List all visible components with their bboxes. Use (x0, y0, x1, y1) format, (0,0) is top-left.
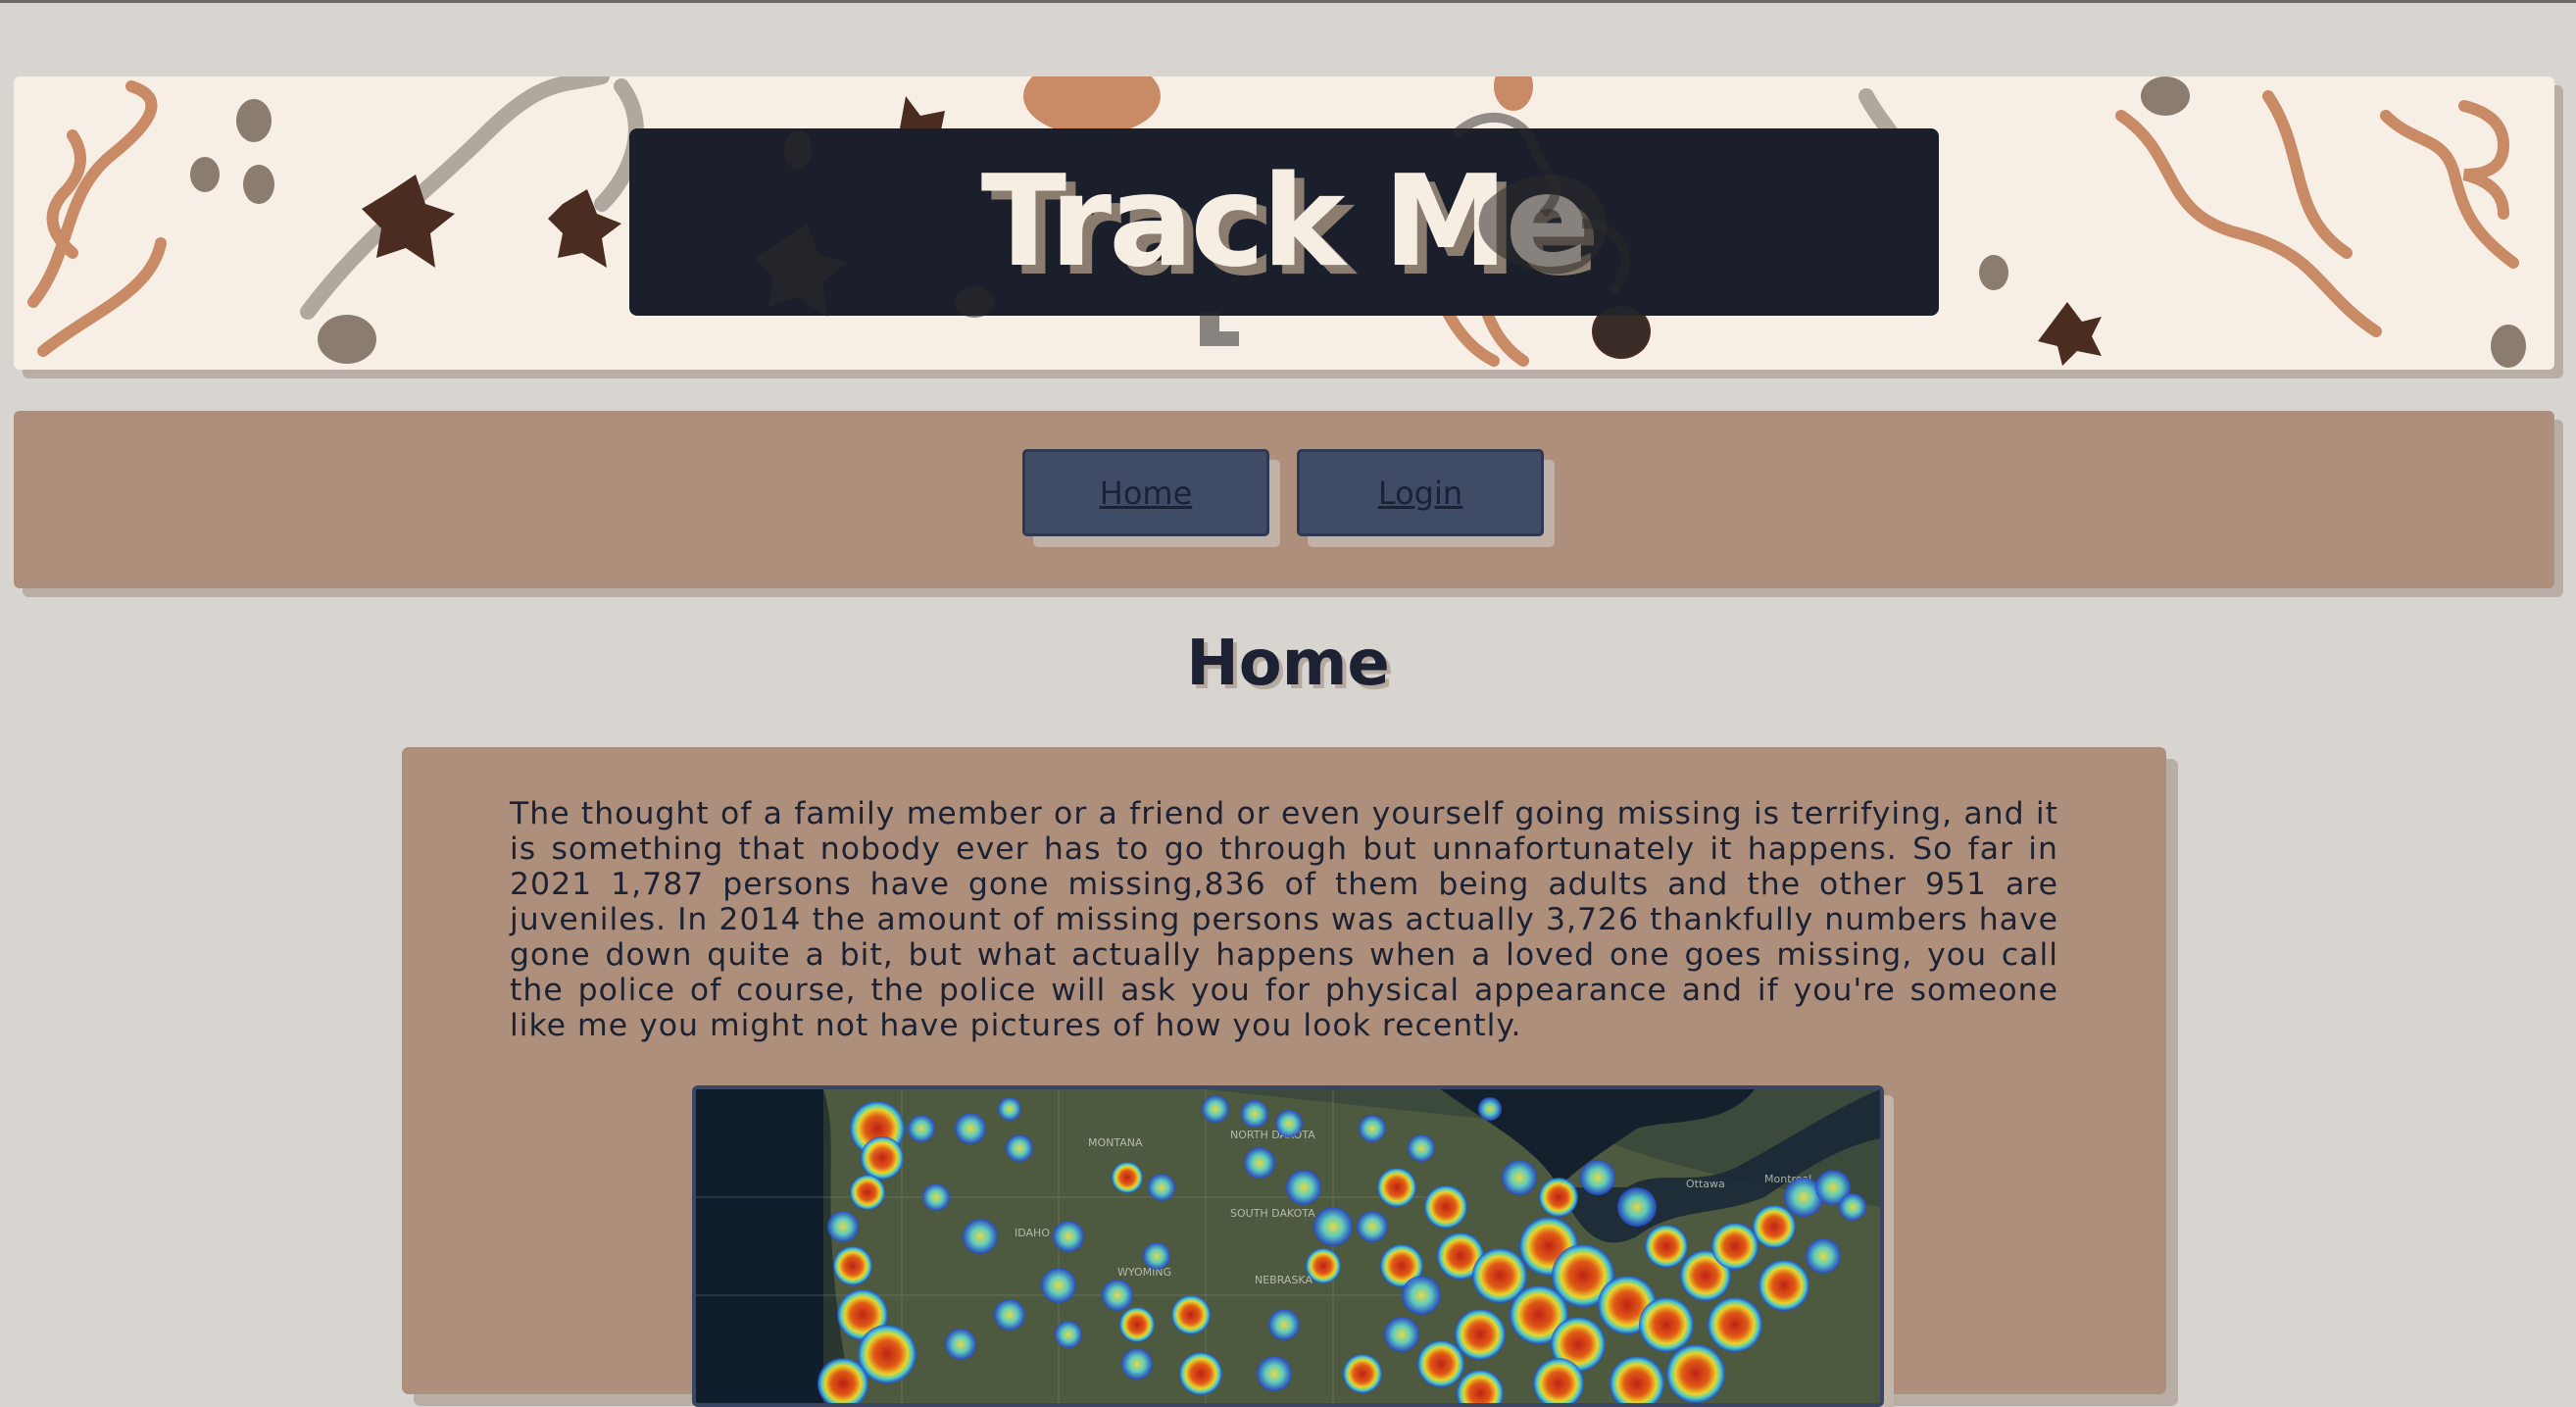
missing-persons-heatmap: MONTANA NORTH DAKOTA SOUTH DAKOTA IDAHO … (692, 1085, 1884, 1407)
heatmap-hotspot (1839, 1193, 1866, 1221)
map-label-north-dakota: NORTH DAKOTA (1230, 1129, 1315, 1141)
heatmap-hotspot (1257, 1356, 1292, 1391)
map-label-idaho: IDAHO (1015, 1227, 1050, 1239)
map-label-montana: MONTANA (1088, 1136, 1143, 1149)
heatmap-hotspot (908, 1115, 935, 1142)
heatmap-hotspot (1202, 1095, 1229, 1123)
map-label-nebraska: NEBRASKA (1255, 1274, 1313, 1286)
heatmap-hotspot (1244, 1147, 1275, 1179)
heatmap-hotspot (1402, 1276, 1441, 1315)
heatmap-hotspot (1143, 1242, 1170, 1270)
intro-paragraph: The thought of a family member or a frie… (510, 796, 2058, 1043)
heatmap-hotspot (1053, 1221, 1084, 1252)
heatmap-hotspot (1539, 1178, 1578, 1217)
heatmap-hotspot (1806, 1238, 1841, 1274)
heatmap-hotspot (1148, 1174, 1175, 1201)
heatmap-hotspot (1666, 1344, 1725, 1403)
heatmap-hotspot (1119, 1307, 1155, 1342)
heatmap-hotspot (945, 1329, 976, 1360)
heatmap-hotspot (1006, 1134, 1033, 1162)
heatmap-hotspot (1455, 1309, 1506, 1360)
heatmap-hotspot (833, 1246, 872, 1285)
heatmap-hotspot (1580, 1160, 1615, 1195)
heatmap-hotspot (1639, 1297, 1694, 1352)
heatmap-hotspot (994, 1299, 1025, 1331)
heatmap-hotspot (1286, 1170, 1321, 1205)
heatmap-hotspot (850, 1175, 885, 1210)
heatmap-graphic: MONTANA NORTH DAKOTA SOUTH DAKOTA IDAHO … (696, 1089, 1880, 1403)
heatmap-hotspot (827, 1211, 859, 1242)
page-title: Home (1186, 628, 1390, 700)
heatmap-hotspot (1171, 1295, 1211, 1334)
heatmap-hotspot (1424, 1185, 1467, 1229)
heatmap-hotspot (861, 1136, 904, 1180)
heatmap-hotspot (1241, 1100, 1268, 1128)
heatmap-hotspot (963, 1219, 998, 1254)
nav-home-button[interactable]: Home (1022, 449, 1269, 536)
heatmap-hotspot (1055, 1321, 1082, 1348)
heatmap-hotspot (1112, 1162, 1143, 1193)
nav-login-button[interactable]: Login (1297, 449, 1544, 536)
heatmap-hotspot (922, 1183, 950, 1211)
heatmap-hotspot (1759, 1260, 1809, 1311)
heatmap-hotspot (1041, 1268, 1076, 1303)
window-top-border (0, 0, 2576, 3)
heatmap-hotspot (1417, 1340, 1464, 1387)
heatmap-hotspot (955, 1113, 986, 1144)
heatmap-hotspot (1357, 1211, 1388, 1242)
heatmap-hotspot (1478, 1097, 1502, 1121)
heatmap-hotspot (1377, 1168, 1416, 1207)
heatmap-hotspot (1753, 1205, 1796, 1248)
heatmap-hotspot (1121, 1348, 1153, 1380)
heatmap-hotspot (1306, 1248, 1341, 1283)
heatmap-hotspot (1102, 1280, 1133, 1311)
heatmap-hotspot (1711, 1223, 1759, 1270)
heatmap-hotspot (1384, 1317, 1419, 1352)
site-title: Track Me (980, 149, 1590, 295)
heatmap-hotspot (1359, 1115, 1386, 1142)
heatmap-hotspot (1275, 1110, 1303, 1137)
heatmap-hotspot (998, 1097, 1021, 1121)
heatmap-hotspot (1313, 1207, 1353, 1246)
heatmap-hotspot (1617, 1187, 1657, 1227)
heatmap-hotspot (1645, 1225, 1688, 1268)
heatmap-hotspot (1179, 1352, 1222, 1395)
map-label-south-dakota: SOUTH DAKOTA (1230, 1207, 1315, 1220)
heatmap-hotspot (1502, 1160, 1537, 1195)
heatmap-hotspot (1343, 1354, 1382, 1393)
heatmap-hotspot (1268, 1309, 1300, 1340)
main-nav: Home Login (14, 411, 2554, 588)
content-panel: The thought of a family member or a frie… (402, 747, 2166, 1407)
heatmap-hotspot (1408, 1134, 1435, 1162)
site-title-box: Track Me (629, 128, 1939, 316)
header-banner: Track Me (14, 76, 2554, 370)
heatmap-hotspot (1708, 1297, 1762, 1352)
map-label-ottawa: Ottawa (1686, 1178, 1725, 1190)
